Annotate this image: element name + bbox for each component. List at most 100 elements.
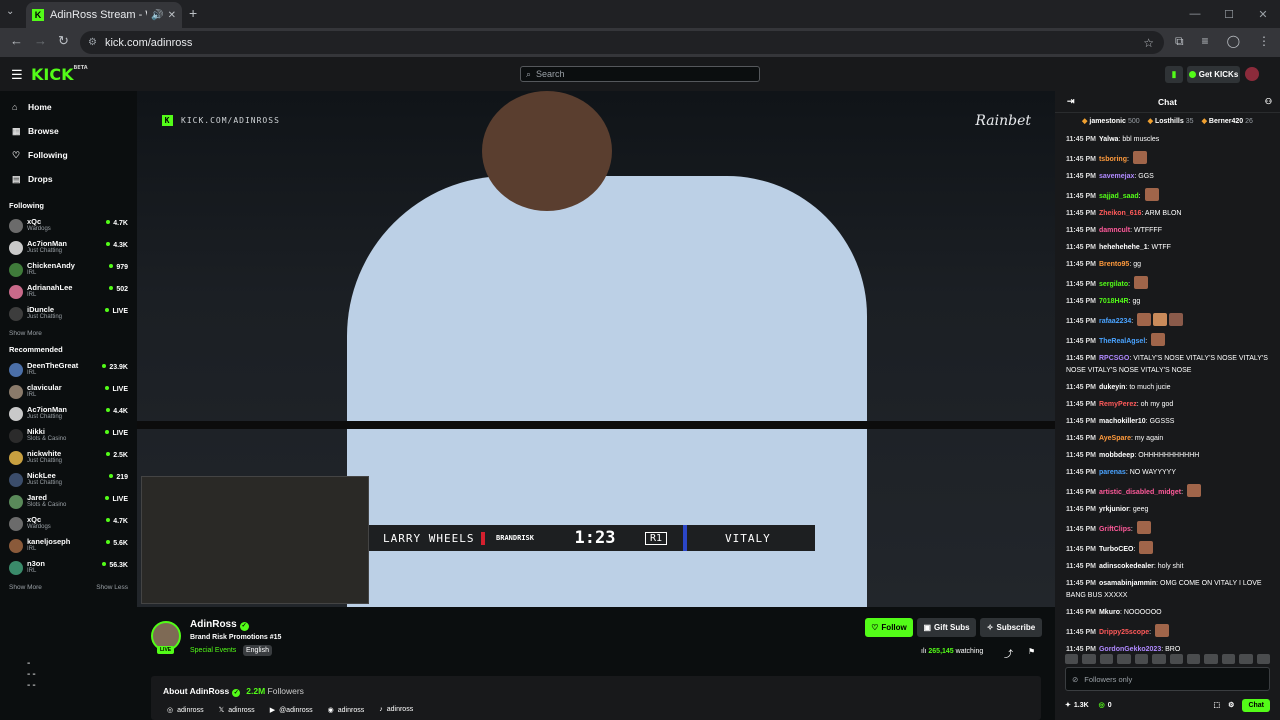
chat-message[interactable]: 11:45 PM sergilato: [1066,276,1271,291]
new-tab-icon[interactable]: + [189,5,197,21]
speaker-icon[interactable]: 🔊 [151,10,163,21]
message-user[interactable]: savemejax [1099,173,1134,180]
chat-message[interactable]: 11:45 PM mobbdeep: OHHHHHHHHHHH [1066,450,1271,462]
bookmark-star-icon[interactable]: ☆ [1143,36,1154,50]
chat-message[interactable]: 11:45 PM RPCSGO: VITALY'S NOSE VITALY'S N… [1066,353,1271,377]
message-user[interactable]: artistic_disabled_midget [1099,489,1181,496]
sidebar-collapse-icon[interactable]: - -- -- [27,658,38,691]
subscribe-button[interactable]: ✧ Subscribe [980,618,1042,637]
emote-icon[interactable] [1117,654,1131,664]
message-user[interactable]: machokiller10 [1099,418,1146,425]
menu-icon[interactable]: ☰ [11,67,23,83]
leaderboard-entry[interactable]: ◆ jamestonic 500 [1082,118,1140,125]
emote-icon[interactable] [1256,654,1271,664]
message-user[interactable]: rafaa2234 [1099,318,1131,325]
channel-item[interactable]: Ac7ionMan Just Chatting 4.4K [0,403,137,425]
emote-icon[interactable] [1186,654,1201,664]
video-player[interactable]: K KICK.COM/ADINROSS Rainbet LARRY WHEELS … [137,91,1055,607]
chat-message[interactable]: 11:45 PM 7018H4R: gg [1066,296,1271,308]
message-user[interactable]: RPCSGO [1099,355,1129,362]
message-user[interactable]: dukeyin [1099,384,1125,391]
chat-users-icon[interactable]: ⚇ [1265,97,1272,106]
message-user[interactable]: Mkuro [1099,609,1120,616]
channel-item[interactable]: nickwhite Just Chatting 2.5K [0,447,137,469]
emote-icon[interactable] [1082,654,1096,664]
message-user[interactable]: RemyPerez [1099,401,1137,408]
follow-button[interactable]: ♡ Follow [865,618,913,637]
search-input[interactable]: ⌕ Search [520,66,760,82]
chat-message[interactable]: 11:45 PM adinscokedealer: holy shit [1066,561,1271,573]
message-user[interactable]: TurboCEO [1099,546,1133,553]
message-user[interactable]: mobbdeep [1099,452,1134,459]
channel-item[interactable]: NickLee Just Chatting 219 [0,469,137,491]
drops-inventory-icon[interactable]: ▮ [1165,66,1183,83]
emote-icon[interactable] [1134,654,1149,664]
chat-message[interactable]: 11:45 PM GriftClips: [1066,521,1271,536]
emote-icon[interactable] [1221,654,1236,664]
chat-message[interactable]: 11:45 PM machokiller10: GGSSS [1066,416,1271,428]
chat-message[interactable]: 11:45 PM osamabinjammin: OMG COME ON VITA… [1066,578,1271,602]
chat-message[interactable]: 11:45 PM Drippy25scope: [1066,624,1271,639]
tab-search-icon[interactable]: ⌄ [6,6,14,17]
channel-item[interactable]: xQc Wardogs 4.7K [0,215,137,237]
message-user[interactable]: Brento95 [1099,261,1129,268]
report-icon[interactable]: ⚑ [1028,647,1035,656]
tab-close-icon[interactable]: ✕ [168,10,176,21]
minimize-icon[interactable]: — [1178,0,1212,28]
chat-message[interactable]: 11:45 PM Zheikon_616: ARM BLON [1066,208,1271,220]
language-tag[interactable]: English [243,645,272,656]
chat-message[interactable]: 11:45 PM parenas: NO WAYYYYY [1066,467,1271,479]
message-user[interactable]: TheRealAgsel [1099,338,1145,345]
chat-message[interactable]: 11:45 PM hehehehehe_1: WTFF [1066,242,1271,254]
emote-icon[interactable] [1099,654,1114,664]
sidebar-item-home[interactable]: ⌂ Home [0,95,137,119]
sidebar-item-drops[interactable]: ▤ Drops [0,167,137,191]
leaderboard-entry[interactable]: ◆ Losthills 35 [1148,118,1194,125]
social-link[interactable]: 𝕏adinross [219,706,255,714]
message-user[interactable]: Drippy25scope [1099,629,1149,636]
channel-name[interactable]: AdinRoss ✓ [190,619,249,631]
sidebar-item-browse[interactable]: ▦ Browse [0,119,137,143]
channel-item[interactable]: iDuncle Just Chatting LIVE [0,303,137,325]
emote-icon[interactable] [1239,654,1253,664]
maximize-icon[interactable]: ☐ [1212,0,1246,28]
chat-message[interactable]: 11:45 PM rafaa2234: [1066,313,1271,328]
kick-logo[interactable]: KICKBETA [31,65,88,84]
channel-item[interactable]: Jared Slots & Casino LIVE [0,491,137,513]
gift-subs-button[interactable]: ▣ Gift Subs [917,618,976,637]
window-close-icon[interactable]: ✕ [1246,0,1280,28]
user-avatar[interactable] [1245,67,1259,81]
message-user[interactable]: Yalwa [1099,136,1118,143]
chat-input[interactable]: ⊘ Followers only [1065,667,1270,691]
chat-emote-picker-icon[interactable]: ⬚ [1214,701,1221,709]
emote-icon[interactable] [1152,654,1166,664]
chat-message[interactable]: 11:45 PM Yalwa: bbl muscles [1066,134,1271,146]
browser-menu-icon[interactable]: ⋮ [1258,34,1270,49]
message-user[interactable]: yrkjunior [1099,506,1129,513]
show-more-following[interactable]: Show More [0,325,137,343]
channel-item[interactable]: xQc Wardogs 4.7K [0,513,137,535]
media-control-icon[interactable]: ≡ [1202,34,1209,49]
message-user[interactable]: adinscokedealer [1099,563,1154,570]
chat-message[interactable]: 11:45 PM yrkjunior: geeg [1066,504,1271,516]
leaderboard-entry[interactable]: ◆ Berner420 26 [1202,118,1253,125]
chat-message[interactable]: 11:45 PM tsboring: [1066,151,1271,166]
collapse-chat-icon[interactable]: ⇥ [1067,96,1075,107]
channel-item[interactable]: kaneljoseph IRL 5.6K [0,535,137,557]
chat-message[interactable]: 11:45 PM RemyPerez: oh my god [1066,399,1271,411]
message-user[interactable]: 7018H4R [1099,298,1129,305]
reload-icon[interactable]: ↻ [58,33,69,49]
message-user[interactable]: GordonGekko2023 [1099,646,1161,653]
message-user[interactable]: osamabinjammin [1099,580,1156,587]
message-user[interactable]: parenas [1099,469,1126,476]
address-bar[interactable]: ⚙ kick.com/adinross ☆ [80,31,1164,54]
channel-item[interactable]: Nikki Slots & Casino LIVE [0,425,137,447]
chat-send-button[interactable]: Chat [1242,698,1270,712]
show-more-recommended[interactable]: Show More Show Less [0,579,137,597]
chat-message[interactable]: 11:45 PM Brento95: gg [1066,259,1271,271]
chat-message[interactable]: 11:45 PM dukeyin: to much jucie [1066,382,1271,394]
channel-item[interactable]: n3on IRL 56.3K [0,557,137,579]
emote-icon[interactable] [1204,654,1218,664]
chat-message[interactable]: 11:45 PM savemejax: GGS [1066,171,1271,183]
chat-message[interactable]: 11:45 PM Mkuro: NOOOOOO [1066,607,1271,619]
